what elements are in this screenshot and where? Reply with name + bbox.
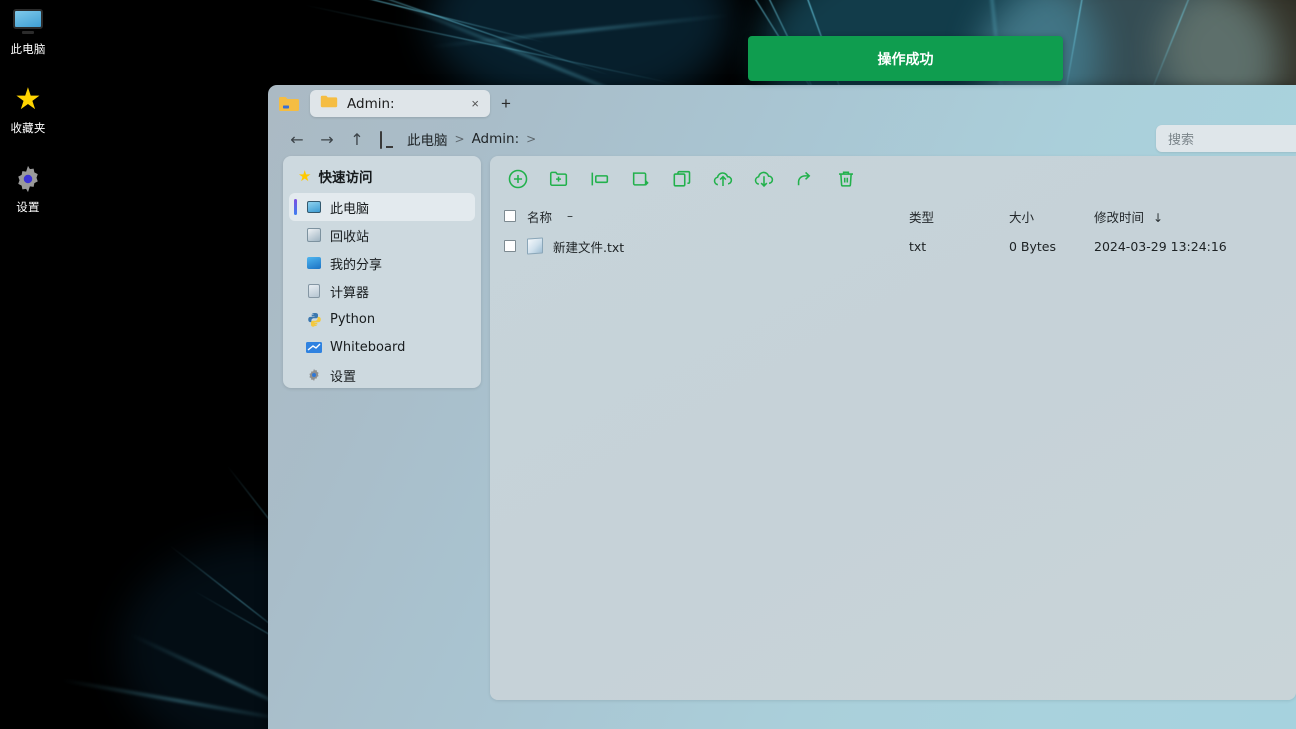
column-header-size[interactable]: 大小 xyxy=(1009,207,1094,226)
file-list-header: 名称 – 类型 大小 修改时间 ↓ xyxy=(490,201,1296,231)
desktop-icon-list: 此电脑 ★ 收藏夹 设置 xyxy=(0,4,56,215)
copy-icon[interactable] xyxy=(669,166,695,192)
sidebar-header-label: 快速访问 xyxy=(318,170,373,186)
sidebar-item-my-shares[interactable]: 我的分享 xyxy=(289,249,475,277)
python-icon xyxy=(306,311,322,327)
monitor-icon xyxy=(380,130,398,149)
cloud-download-icon[interactable] xyxy=(751,166,777,192)
breadcrumb-item-admin[interactable]: Admin: xyxy=(472,131,520,147)
move-to-icon[interactable] xyxy=(628,166,654,192)
file-modified: 2024-03-29 13:24:16 xyxy=(1094,238,1227,254)
star-icon: ★ xyxy=(298,166,312,185)
column-header-type[interactable]: 类型 xyxy=(909,207,1009,226)
toast-message: 操作成功 xyxy=(877,51,934,68)
sidebar-item-label: 计算器 xyxy=(330,285,370,301)
file-name-cell: 新建文件.txt xyxy=(527,237,909,256)
window-body: ★ 快速访问 此电脑 回收站 我的分享 计算器 Python Whiteboar… xyxy=(268,156,1296,729)
table-row[interactable]: 新建文件.txt txt 0 Bytes 2024-03-29 13:24:16 xyxy=(490,231,1296,261)
calculator-icon xyxy=(306,283,322,299)
trash-icon[interactable] xyxy=(833,166,859,192)
sidebar-item-this-pc[interactable]: 此电脑 xyxy=(289,193,475,221)
desktop-icon-favorites[interactable]: ★ 收藏夹 xyxy=(0,83,56,136)
forward-button[interactable]: → xyxy=(312,126,342,152)
star-icon: ★ xyxy=(14,83,42,116)
sidebar-item-label: Python xyxy=(330,311,376,327)
up-button[interactable]: ↑ xyxy=(342,126,372,152)
tab-admin[interactable]: Admin: × xyxy=(310,90,490,117)
file-toolbar xyxy=(490,156,1296,201)
share-arrow-icon[interactable] xyxy=(792,166,818,192)
breadcrumb-separator: > xyxy=(454,132,465,146)
file-name: 新建文件.txt xyxy=(553,239,625,255)
tab-strip: Admin: × + xyxy=(268,85,1296,122)
search-input[interactable]: 搜索 xyxy=(1156,125,1296,152)
breadcrumb-item-this-pc[interactable]: 此电脑 xyxy=(407,129,448,149)
sidebar-item-label: 设置 xyxy=(330,369,357,385)
sidebar-item-label: 回收站 xyxy=(330,229,370,245)
folder-icon xyxy=(320,94,338,114)
sidebar-item-label: 此电脑 xyxy=(330,201,370,217)
text-file-icon xyxy=(527,237,543,255)
monitor-icon xyxy=(0,4,56,38)
file-type: txt xyxy=(909,238,927,254)
share-icon xyxy=(306,255,322,271)
rename-icon[interactable] xyxy=(587,166,613,192)
gear-icon xyxy=(0,162,56,196)
sidebar-item-python[interactable]: Python xyxy=(289,305,475,333)
desktop-icon-label: 设置 xyxy=(16,200,40,214)
folder-icon xyxy=(278,95,300,113)
sidebar-item-label: 我的分享 xyxy=(330,257,383,273)
file-explorer-window: Admin: × + ← → ↑ 此电脑 > Admin: > 搜索 ★ 快速访… xyxy=(268,85,1296,729)
plus-circle-icon[interactable] xyxy=(505,166,531,192)
desktop-icon-label: 此电脑 xyxy=(10,42,46,56)
select-all-checkbox[interactable] xyxy=(493,210,527,222)
sidebar-item-calculator[interactable]: 计算器 xyxy=(289,277,475,305)
desktop-icon-settings[interactable]: 设置 xyxy=(0,162,56,215)
cloud-upload-icon[interactable] xyxy=(710,166,736,192)
file-size: 0 Bytes xyxy=(1009,238,1057,254)
sort-indicator-modified: ↓ xyxy=(1153,210,1164,225)
folder-plus-icon[interactable] xyxy=(546,166,572,192)
breadcrumb-separator: > xyxy=(526,132,537,146)
desktop-icon-label: 收藏夹 xyxy=(10,121,46,135)
close-icon[interactable]: × xyxy=(469,97,481,110)
column-header-modified[interactable]: 修改时间 ↓ xyxy=(1094,207,1296,226)
sort-indicator-name: – xyxy=(567,209,574,223)
sidebar-item-settings[interactable]: 设置 xyxy=(289,361,475,389)
toast-notification: 操作成功 xyxy=(748,36,1063,81)
back-button[interactable]: ← xyxy=(282,126,312,152)
desktop-icon-this-pc[interactable]: 此电脑 xyxy=(0,4,56,57)
tab-title: Admin: xyxy=(347,95,395,112)
monitor-icon xyxy=(306,199,322,215)
sidebar: ★ 快速访问 此电脑 回收站 我的分享 计算器 Python Whiteboar… xyxy=(283,156,481,388)
sidebar-item-label: Whiteboard xyxy=(330,339,406,355)
row-checkbox[interactable] xyxy=(493,240,527,252)
whiteboard-icon xyxy=(306,339,322,355)
new-tab-button[interactable]: + xyxy=(494,95,518,112)
file-panel: 名称 – 类型 大小 修改时间 ↓ 新建文件.txt txt 0 Bytes 2 xyxy=(490,156,1296,700)
breadcrumb: 此电脑 > Admin: > xyxy=(380,129,536,149)
recycle-bin-icon xyxy=(306,227,322,243)
search-placeholder: 搜索 xyxy=(1168,133,1195,148)
column-header-name[interactable]: 名称 – xyxy=(527,207,909,226)
navigation-bar: ← → ↑ 此电脑 > Admin: > 搜索 xyxy=(268,122,1296,156)
sidebar-item-whiteboard[interactable]: Whiteboard xyxy=(289,333,475,361)
gear-icon xyxy=(306,367,322,383)
sidebar-item-recycle-bin[interactable]: 回收站 xyxy=(289,221,475,249)
sidebar-header: ★ 快速访问 xyxy=(289,163,475,193)
